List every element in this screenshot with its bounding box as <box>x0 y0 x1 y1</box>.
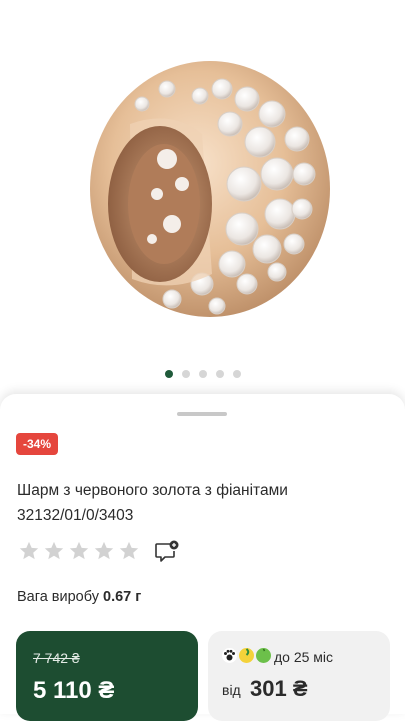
current-price: 5 110 ₴ <box>33 677 115 704</box>
gallery-dot-1[interactable] <box>164 370 173 378</box>
installment-term: до 25 міс <box>274 649 334 665</box>
star-icon <box>119 541 139 560</box>
product-title: Шарм з червоного золота з фіанітами 3213… <box>17 478 377 528</box>
gallery-dot-5[interactable] <box>232 370 241 378</box>
lemon-icon <box>239 648 254 663</box>
old-price: 7 742 ₴ <box>33 650 80 666</box>
installment-bank-icons <box>222 648 271 663</box>
product-info-sheet: -34% Шарм з червоного золота з фіанітами… <box>0 394 405 721</box>
rating-stars[interactable] <box>18 540 140 562</box>
sheet-drag-handle[interactable] <box>177 412 227 416</box>
weight-label: Вага виробу <box>17 589 99 605</box>
installment-amount: 301 ₴ <box>250 676 308 701</box>
product-title-name: Шарм з червоного золота з фіанітами <box>17 482 288 499</box>
installment-from-label: від <box>222 682 241 698</box>
star-icon <box>19 541 39 560</box>
product-image[interactable] <box>72 44 342 334</box>
star-icon <box>44 541 64 560</box>
price-card[interactable]: 7 742 ₴ 5 110 ₴ <box>16 631 198 721</box>
product-gallery[interactable] <box>0 0 405 395</box>
product-article-number: 32132/01/0/3403 <box>17 507 134 524</box>
star-icon <box>94 541 114 560</box>
add-review-icon[interactable] <box>154 540 180 564</box>
gallery-dot-4[interactable] <box>215 370 224 378</box>
weight-value: 0.67 г <box>103 589 142 605</box>
product-weight: Вага виробу 0.67 г <box>17 589 141 605</box>
paw-icon <box>222 648 237 663</box>
star-icon <box>69 541 89 560</box>
gallery-dot-2[interactable] <box>181 370 190 378</box>
apple-icon <box>256 648 271 663</box>
gallery-pagination <box>0 370 405 378</box>
discount-badge: -34% <box>16 433 59 455</box>
installment-card[interactable]: до 25 міс від 301 ₴ <box>208 631 390 721</box>
gallery-dot-3[interactable] <box>198 370 207 378</box>
